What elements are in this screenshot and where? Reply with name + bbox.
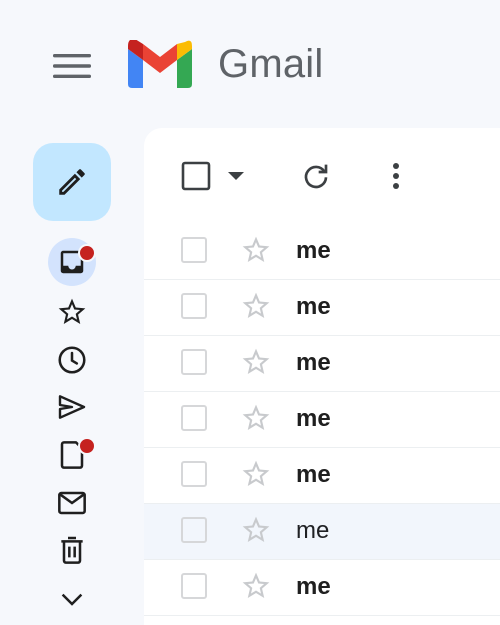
mail-list-panel: me me me me me me me	[144, 128, 500, 625]
app-name: Gmail	[218, 42, 324, 86]
star-toggle[interactable]	[240, 234, 272, 266]
clock-icon	[58, 346, 86, 374]
row-checkbox[interactable]	[181, 293, 207, 319]
mail-row[interactable]: me	[144, 392, 500, 448]
pencil-icon	[59, 169, 85, 195]
rail-item-sent[interactable]	[48, 385, 96, 429]
row-checkbox[interactable]	[181, 573, 207, 599]
checkbox-icon	[181, 161, 211, 191]
star-toggle[interactable]	[240, 514, 272, 546]
rail-item-trash[interactable]	[48, 528, 96, 572]
row-checkbox[interactable]	[181, 461, 207, 487]
trash-icon	[61, 536, 83, 564]
main-menu-button[interactable]	[48, 42, 96, 90]
star-outline-icon	[242, 236, 270, 262]
vertical-dots-icon	[393, 163, 399, 189]
sender-name: me	[296, 405, 331, 432]
rail-item-starred[interactable]	[48, 290, 96, 334]
sender-name: me	[296, 237, 331, 264]
sender-name: me	[296, 349, 331, 376]
gmail-m-logo-icon	[128, 40, 192, 88]
rail-item-snoozed[interactable]	[48, 338, 96, 382]
drafts-notification-dot	[78, 437, 96, 455]
hamburger-menu-icon	[53, 54, 91, 78]
compose-button[interactable]	[33, 143, 111, 221]
inbox-notification-dot	[78, 244, 96, 262]
mail-row[interactable]: me	[144, 504, 500, 560]
star-outline-icon	[58, 298, 86, 324]
star-toggle[interactable]	[240, 346, 272, 378]
caret-down-icon	[228, 172, 244, 180]
gmail-logo[interactable]: Gmail	[128, 40, 323, 88]
mail-row[interactable]: me	[144, 560, 500, 616]
mail-row[interactable]: me	[144, 224, 500, 280]
mail-row[interactable]: me	[144, 448, 500, 504]
star-toggle[interactable]	[240, 290, 272, 322]
star-outline-icon	[242, 404, 270, 430]
row-checkbox[interactable]	[181, 405, 207, 431]
envelope-icon	[58, 491, 86, 515]
refresh-button[interactable]	[296, 156, 336, 196]
header: Gmail	[0, 0, 500, 130]
select-all-checkbox[interactable]	[180, 156, 212, 196]
mail-row[interactable]: me	[144, 280, 500, 336]
star-outline-icon	[242, 348, 270, 374]
mail-row[interactable]: me	[144, 336, 500, 392]
chevron-down-icon	[61, 593, 83, 606]
sender-name: me	[296, 517, 330, 544]
send-icon	[58, 395, 86, 419]
sender-name: me	[296, 461, 331, 488]
sender-name: me	[296, 293, 331, 320]
refresh-icon	[304, 164, 328, 189]
gmail-app: Gmail me me me me me me me	[0, 0, 500, 625]
row-checkbox[interactable]	[181, 517, 207, 543]
sender-name: me	[296, 573, 331, 600]
more-actions-button[interactable]	[378, 156, 414, 196]
star-outline-icon	[242, 292, 270, 318]
rail-item-drafts[interactable]	[48, 433, 96, 477]
rail-item-more[interactable]	[48, 577, 96, 621]
star-outline-icon	[242, 460, 270, 486]
row-checkbox[interactable]	[181, 349, 207, 375]
star-outline-icon	[242, 516, 270, 542]
rail-item-all-mail[interactable]	[48, 481, 96, 525]
star-toggle[interactable]	[240, 402, 272, 434]
select-options-dropdown[interactable]	[224, 156, 248, 196]
row-checkbox[interactable]	[181, 237, 207, 263]
star-outline-icon	[242, 572, 270, 598]
rail-item-inbox[interactable]	[48, 238, 96, 286]
star-toggle[interactable]	[240, 570, 272, 602]
star-toggle[interactable]	[240, 458, 272, 490]
